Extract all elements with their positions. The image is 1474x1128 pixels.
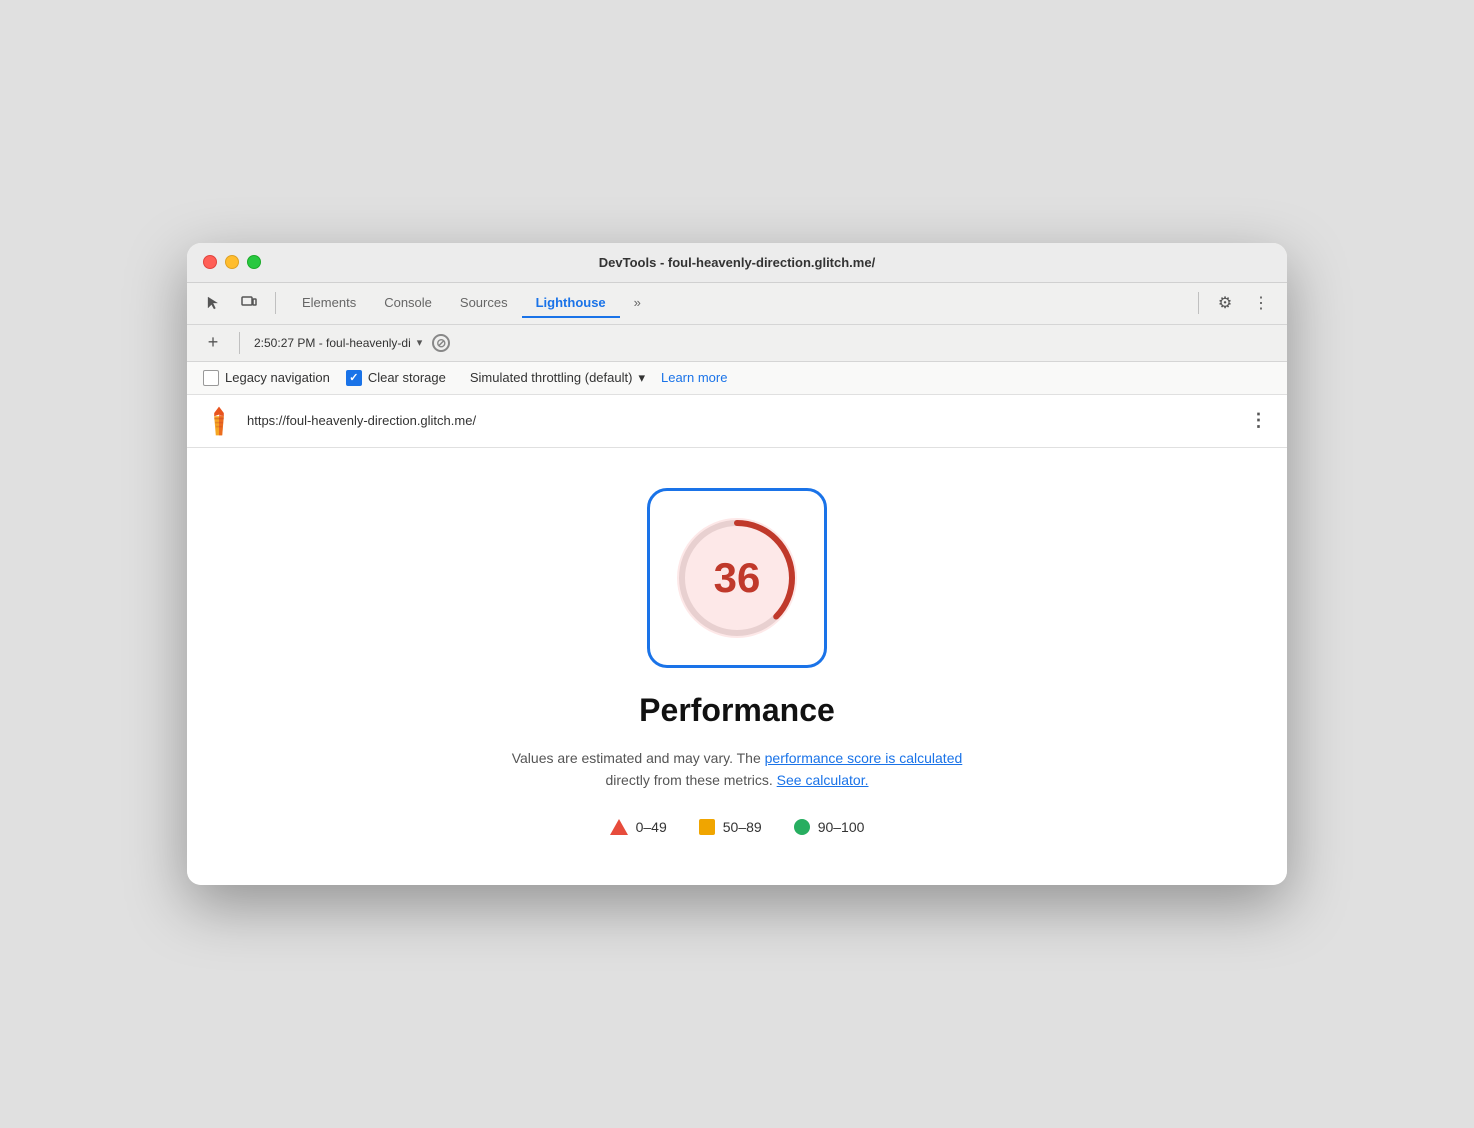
score-circle-container: 36 — [672, 513, 802, 643]
more-options-button[interactable]: ⋮ — [1247, 289, 1275, 317]
legend-item-bad: 0–49 — [610, 819, 667, 835]
maximize-button[interactable] — [247, 255, 261, 269]
throttling-section: Simulated throttling (default) ▾ — [470, 370, 645, 386]
tab-elements[interactable]: Elements — [288, 289, 370, 318]
secondary-divider — [239, 332, 240, 354]
toolbar-divider-1 — [275, 292, 276, 314]
learn-more-link[interactable]: Learn more — [661, 370, 727, 385]
tab-more[interactable]: » — [620, 289, 655, 318]
url-dropdown-arrow[interactable]: ▾ — [417, 336, 423, 349]
url-display[interactable]: 2:50:27 PM - foul-heavenly-di ▾ — [254, 336, 422, 350]
perf-score-link[interactable]: performance score is calculated — [765, 750, 963, 766]
good-score-icon — [794, 819, 810, 835]
secondary-toolbar: + 2:50:27 PM - foul-heavenly-di ▾ ⊘ — [187, 325, 1287, 362]
legend-item-average: 50–89 — [699, 819, 762, 835]
performance-description: Values are estimated and may vary. The p… — [512, 747, 963, 792]
tab-bar: Elements Console Sources Lighthouse » — [288, 289, 1186, 318]
throttling-dropdown-arrow[interactable]: ▾ — [638, 370, 645, 386]
toolbar-divider-2 — [1198, 292, 1199, 314]
bad-score-range: 0–49 — [636, 819, 667, 835]
audit-url: https://foul-heavenly-direction.glitch.m… — [247, 413, 1235, 428]
tab-sources[interactable]: Sources — [446, 289, 522, 318]
good-score-range: 90–100 — [818, 819, 865, 835]
average-score-range: 50–89 — [723, 819, 762, 835]
legacy-navigation-option: Legacy navigation — [203, 370, 330, 386]
cursor-tool-button[interactable] — [199, 289, 227, 317]
description-middle-text: directly from these metrics. — [606, 772, 773, 788]
minimize-button[interactable] — [225, 255, 239, 269]
main-content: 36 Performance Values are estimated and … — [187, 448, 1287, 886]
device-toggle-button[interactable] — [235, 289, 263, 317]
description-before-text: Values are estimated and may vary. The — [512, 750, 761, 766]
options-bar: Legacy navigation Clear storage Simulate… — [187, 362, 1287, 395]
title-bar: DevTools - foul-heavenly-direction.glitc… — [187, 243, 1287, 283]
url-row-more-button[interactable]: ⋮ — [1247, 410, 1271, 431]
devtools-window: DevTools - foul-heavenly-direction.glitc… — [187, 243, 1287, 886]
url-row: https://foul-heavenly-direction.glitch.m… — [187, 395, 1287, 448]
legacy-navigation-checkbox[interactable] — [203, 370, 219, 386]
clear-storage-option: Clear storage — [346, 370, 446, 386]
score-legend: 0–49 50–89 90–100 — [610, 819, 865, 835]
legacy-navigation-label: Legacy navigation — [225, 370, 330, 385]
settings-button[interactable]: ⚙ — [1211, 289, 1239, 317]
score-value: 36 — [714, 554, 761, 602]
no-throttle-icon[interactable]: ⊘ — [432, 334, 450, 352]
close-button[interactable] — [203, 255, 217, 269]
legend-item-good: 90–100 — [794, 819, 865, 835]
average-score-icon — [699, 819, 715, 835]
window-title: DevTools - foul-heavenly-direction.glitc… — [599, 255, 875, 270]
throttling-label: Simulated throttling (default) — [470, 370, 633, 385]
traffic-lights — [203, 255, 261, 269]
clear-storage-checkbox[interactable] — [346, 370, 362, 386]
lighthouse-logo-icon — [203, 405, 235, 437]
performance-title: Performance — [639, 692, 835, 729]
tab-lighthouse[interactable]: Lighthouse — [522, 289, 620, 318]
tab-toolbar: Elements Console Sources Lighthouse » ⚙ … — [187, 283, 1287, 325]
clear-storage-label: Clear storage — [368, 370, 446, 385]
calculator-link[interactable]: See calculator. — [777, 772, 869, 788]
add-button[interactable]: + — [201, 331, 225, 355]
bad-score-icon — [610, 819, 628, 835]
score-widget: 36 — [647, 488, 827, 668]
toolbar-right: ⚙ ⋮ — [1211, 289, 1275, 317]
tab-console[interactable]: Console — [370, 289, 446, 318]
